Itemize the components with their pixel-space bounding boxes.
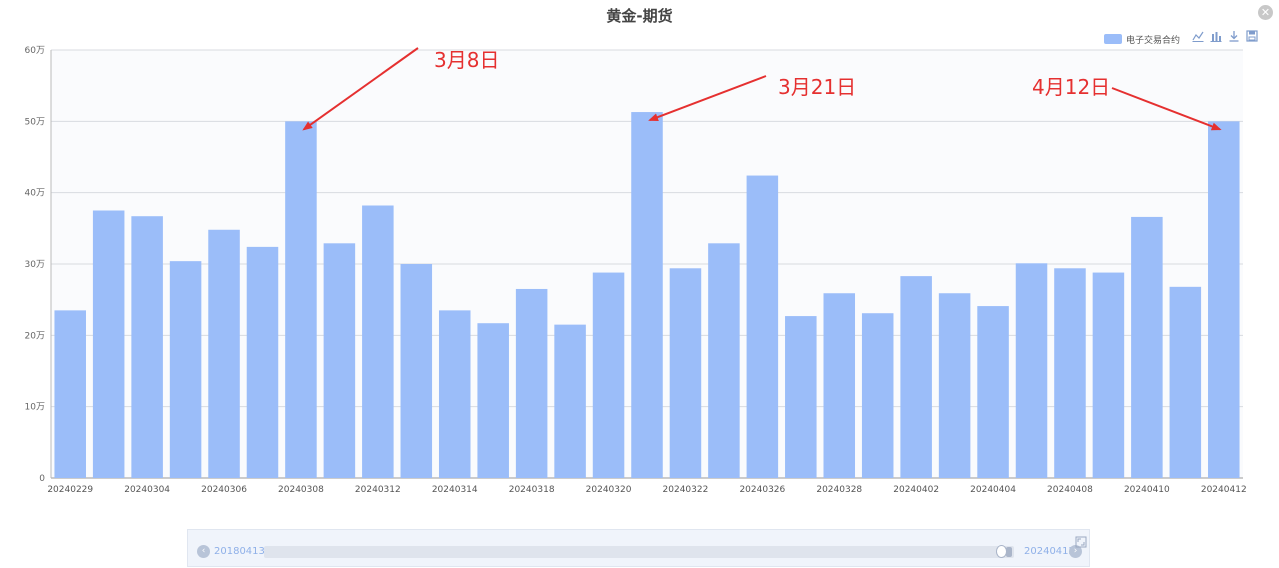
bar[interactable]: [708, 243, 740, 478]
x-tick-label: 20240322: [663, 485, 709, 495]
x-tick-label: 20240412: [1201, 485, 1247, 495]
bar[interactable]: [208, 229, 240, 478]
x-tick-label: 20240314: [432, 485, 478, 495]
y-tick-label: 20万: [25, 331, 45, 341]
x-tick-label: 20240410: [1124, 485, 1170, 495]
y-tick-label: 30万: [25, 260, 45, 270]
zoom-start-label: 20180413: [214, 546, 265, 557]
annotation-label: 4月12日: [1032, 75, 1111, 99]
x-tick-label: 20240318: [509, 485, 555, 495]
zoom-handle-grip[interactable]: [1006, 547, 1012, 557]
bar[interactable]: [1054, 268, 1086, 478]
x-tick-label: 20240408: [1047, 485, 1093, 495]
x-tick-label: 20240320: [586, 485, 632, 495]
bar[interactable]: [246, 246, 279, 478]
bar[interactable]: [746, 175, 779, 478]
bar[interactable]: [515, 288, 548, 478]
bar[interactable]: [823, 293, 856, 478]
bar[interactable]: [92, 210, 125, 479]
bar[interactable]: [669, 268, 702, 478]
bar[interactable]: [554, 324, 586, 478]
bar[interactable]: [1169, 286, 1202, 478]
zoom-restore-icon[interactable]: [1075, 533, 1087, 548]
x-tick-label: 20240326: [739, 485, 785, 495]
zoom-end-label: 20240412: [1024, 546, 1075, 557]
bar[interactable]: [400, 264, 433, 478]
bar[interactable]: [54, 310, 86, 478]
x-tick-label: 20240306: [201, 485, 247, 495]
x-tick-label: 20240328: [816, 485, 862, 495]
bar[interactable]: [1092, 272, 1125, 478]
data-zoom-slider[interactable]: ‹ 20180413 20240412 ›: [187, 529, 1090, 567]
bar[interactable]: [861, 313, 894, 478]
x-tick-label: 20240308: [278, 485, 324, 495]
y-tick-label: 0: [39, 474, 45, 484]
bar[interactable]: [1131, 216, 1163, 479]
y-tick-label: 60万: [25, 46, 45, 56]
zoom-left-arrow-icon[interactable]: ‹: [197, 545, 210, 558]
y-tick-label: 50万: [25, 117, 45, 127]
bar[interactable]: [477, 323, 509, 478]
bar[interactable]: [631, 112, 663, 478]
bar[interactable]: [1015, 263, 1048, 478]
annotation-label: 3月8日: [434, 48, 500, 72]
y-tick-label: 40万: [25, 189, 45, 199]
bar[interactable]: [169, 261, 202, 478]
bar[interactable]: [285, 121, 317, 478]
x-tick-label: 20240312: [355, 485, 401, 495]
bar[interactable]: [592, 272, 625, 478]
bar[interactable]: [438, 310, 471, 478]
close-icon[interactable]: ✕: [1258, 5, 1273, 20]
bar[interactable]: [900, 276, 932, 478]
x-tick-label: 20240304: [124, 485, 170, 495]
y-tick-label: 10万: [25, 403, 45, 413]
x-tick-label: 20240402: [893, 485, 939, 495]
bar[interactable]: [323, 243, 356, 478]
bar[interactable]: [785, 316, 817, 478]
bar[interactable]: [131, 216, 163, 478]
annotation-label: 3月21日: [778, 75, 857, 99]
zoom-track[interactable]: [264, 546, 1014, 558]
bar[interactable]: [1208, 121, 1240, 478]
bar[interactable]: [938, 293, 971, 478]
bar[interactable]: [362, 205, 394, 479]
bar[interactable]: [977, 306, 1009, 478]
chart-title: 黄金-期货: [606, 7, 673, 25]
x-tick-label: 20240404: [970, 485, 1016, 495]
x-tick-label: 20240229: [47, 485, 93, 495]
